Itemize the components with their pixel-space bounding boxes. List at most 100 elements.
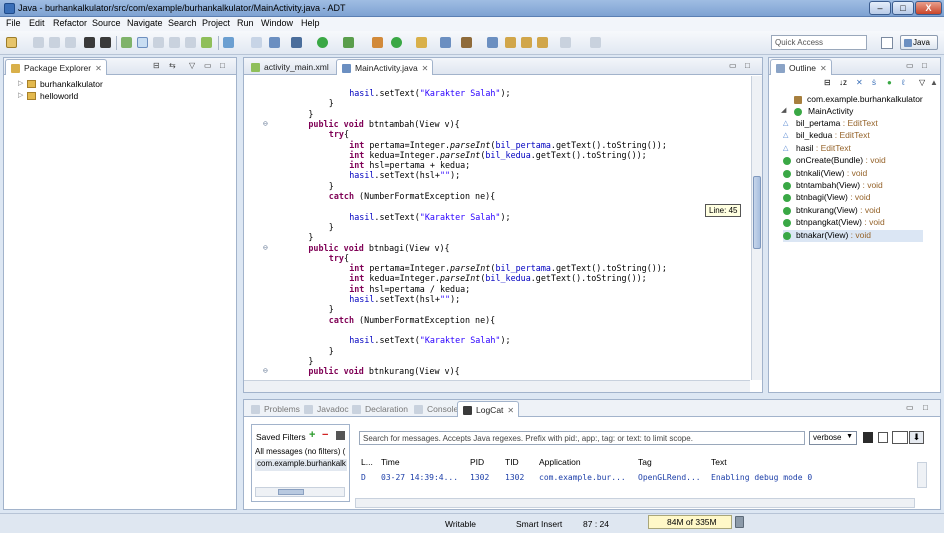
garbage-collect-icon[interactable] xyxy=(735,516,744,528)
close-icon[interactable]: ✕ xyxy=(422,64,429,73)
upload-icon[interactable] xyxy=(84,37,95,48)
run-icon[interactable] xyxy=(317,37,328,48)
add-filter-icon[interactable]: + xyxy=(309,429,315,441)
sort-icon[interactable]: ↓z xyxy=(839,78,847,87)
menu-navigate[interactable]: Navigate xyxy=(127,18,163,28)
menu-source[interactable]: Source xyxy=(92,18,121,28)
tab-console[interactable]: Console xyxy=(409,401,462,417)
log-level-select[interactable]: verbose ▼ xyxy=(809,431,857,445)
logcat-search-input[interactable]: Search for messages. Accepts Java regexe… xyxy=(359,431,805,445)
column-text[interactable]: Text xyxy=(711,457,727,467)
outline-member[interactable]: btnpangkat(View) : void xyxy=(783,217,923,229)
minimize-view-icon[interactable]: ▭ xyxy=(204,61,212,70)
save-log-icon[interactable] xyxy=(863,432,873,443)
column-pid[interactable]: PID xyxy=(470,457,484,467)
outline-member[interactable]: btntambah(View) : void xyxy=(783,180,923,192)
back-arrow-icon[interactable] xyxy=(537,37,548,48)
search-icon[interactable] xyxy=(461,37,472,48)
link-with-editor-icon[interactable]: ⇆ xyxy=(169,61,176,70)
java-perspective-button[interactable]: Java xyxy=(900,35,938,50)
outline-member[interactable]: onCreate(Bundle) : void xyxy=(783,155,923,167)
close-button[interactable]: X xyxy=(915,1,942,15)
open-perspective-icon[interactable] xyxy=(881,37,893,49)
open-type-icon[interactable] xyxy=(251,37,262,48)
print-icon[interactable] xyxy=(65,37,76,48)
logcat-horizontal-scrollbar[interactable] xyxy=(355,498,915,508)
maximize-view-icon[interactable]: □ xyxy=(923,403,928,412)
outline-member[interactable]: △ hasil : EditText xyxy=(783,143,923,155)
toggle-column-icon[interactable] xyxy=(892,431,908,444)
new-package-icon[interactable] xyxy=(391,37,402,48)
hide-fields-icon[interactable]: ✕ xyxy=(856,78,863,87)
save-icon[interactable] xyxy=(33,37,44,48)
column-time[interactable]: Time xyxy=(381,457,400,467)
android-sdk-icon[interactable] xyxy=(121,37,132,48)
view-menu-icon[interactable]: ▽ xyxy=(919,78,925,87)
minimize-view-icon[interactable]: ▭ xyxy=(729,61,737,70)
previous-annotation-icon[interactable] xyxy=(505,37,516,48)
tab-package-explorer[interactable]: Package Explorer ✕ xyxy=(5,59,107,75)
forward-arrow-icon[interactable] xyxy=(560,37,571,48)
pin-editor-icon[interactable] xyxy=(590,37,601,48)
close-icon[interactable]: ✕ xyxy=(95,64,102,73)
column-tid[interactable]: TID xyxy=(505,457,519,467)
run-last-tool-icon[interactable] xyxy=(343,37,354,48)
minimize-button[interactable]: – xyxy=(869,1,891,15)
expand-arrow-icon[interactable]: ▷ xyxy=(18,91,23,99)
open-task-icon[interactable] xyxy=(440,37,451,48)
android-device-icon[interactable] xyxy=(201,37,212,48)
close-icon[interactable]: ✕ xyxy=(820,64,827,73)
debug-icon[interactable] xyxy=(291,37,302,48)
minimize-view-icon[interactable]: ▭ xyxy=(906,61,914,70)
hide-nonpublic-icon[interactable]: ● xyxy=(887,78,892,87)
fold-marker-icon[interactable]: ⊖ xyxy=(263,119,268,128)
outline-scroll-up-icon[interactable]: ▲ xyxy=(930,78,938,87)
block-selection-icon[interactable] xyxy=(169,37,180,48)
edit-filter-icon[interactable] xyxy=(336,431,345,440)
menu-file[interactable]: File xyxy=(6,18,21,28)
editor-vertical-scrollbar[interactable] xyxy=(751,76,762,380)
maximize-view-icon[interactable]: □ xyxy=(922,61,927,70)
toggle-mark-icon[interactable] xyxy=(153,37,164,48)
tab-activity-main-xml[interactable]: activity_main.xml xyxy=(246,59,333,75)
outline-member[interactable]: btnkali(View) : void xyxy=(783,168,923,180)
last-edit-location-icon[interactable] xyxy=(521,37,532,48)
column-tag[interactable]: Tag xyxy=(638,457,652,467)
save-all-icon[interactable] xyxy=(49,37,60,48)
outline-member[interactable]: △ bil_pertama : EditText xyxy=(783,118,923,130)
menu-project[interactable]: Project xyxy=(202,18,230,28)
filter-all-messages[interactable]: All messages (no filters) ( xyxy=(255,447,347,458)
remove-filter-icon[interactable]: − xyxy=(322,429,328,441)
menu-search[interactable]: Search xyxy=(168,18,197,28)
logcat-vertical-scrollbar[interactable] xyxy=(917,462,927,488)
filter-com-example[interactable]: com.example.burhankalk xyxy=(255,459,347,471)
menu-window[interactable]: Window xyxy=(261,18,293,28)
column-level[interactable]: L... xyxy=(361,457,373,467)
tab-outline[interactable]: Outline ✕ xyxy=(770,59,832,75)
minimize-view-icon[interactable]: ▭ xyxy=(906,403,914,412)
collapse-all-icon[interactable]: ⊟ xyxy=(824,78,831,87)
hide-static-icon[interactable]: ṡ xyxy=(872,78,876,87)
external-tools-icon[interactable] xyxy=(269,37,280,48)
clear-log-icon[interactable] xyxy=(878,432,888,443)
filters-horizontal-scrollbar[interactable] xyxy=(255,487,345,497)
new-icon[interactable] xyxy=(6,37,17,48)
fold-marker-icon[interactable]: ⊖ xyxy=(263,243,268,252)
maximize-view-icon[interactable]: □ xyxy=(745,61,750,70)
hide-local-types-icon[interactable]: ℓ xyxy=(902,78,905,87)
outline-member[interactable]: △ bil_kedua : EditText xyxy=(783,130,923,142)
quick-access-input[interactable]: Quick Access xyxy=(771,35,867,50)
tab-javadoc[interactable]: Javadoc xyxy=(299,401,353,417)
highlight-toggle-icon[interactable] xyxy=(137,37,148,48)
menu-refactor[interactable]: Refactor xyxy=(53,18,87,28)
outline-member[interactable]: btnkurang(View) : void xyxy=(783,205,923,217)
column-application[interactable]: Application xyxy=(539,457,581,467)
tab-problems[interactable]: Problems xyxy=(246,401,304,417)
close-icon[interactable]: ✕ xyxy=(507,406,514,415)
outline-member[interactable]: btnakar(View) : void xyxy=(783,229,923,242)
tab-mainactivity-java[interactable]: MainActivity.java ✕ xyxy=(336,59,434,75)
fold-marker-icon[interactable]: ⊖ xyxy=(263,366,268,375)
tab-declaration[interactable]: Declaration xyxy=(347,401,412,417)
menu-help[interactable]: Help xyxy=(301,18,320,28)
code-editor[interactable]: hasil.setText("Karakter Salah");}} ⊖ publi… xyxy=(244,76,750,380)
